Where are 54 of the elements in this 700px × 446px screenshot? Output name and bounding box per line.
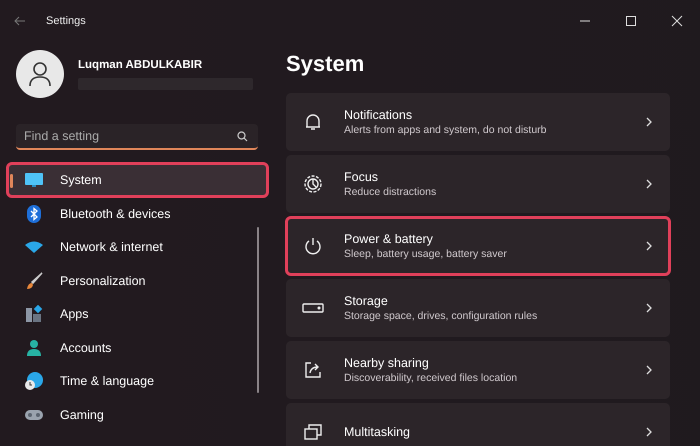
globe-clock-icon <box>24 371 44 391</box>
settings-card[interactable]: Focus Reduce distractions <box>286 155 670 213</box>
settings-card[interactable]: Nearby sharing Discoverability, received files location <box>286 341 670 399</box>
chevron-icon <box>646 427 652 437</box>
bell-icon <box>303 112 323 132</box>
drive-icon <box>302 302 324 314</box>
wifi-icon <box>24 240 44 254</box>
card-title: Notifications <box>344 108 414 122</box>
settings-card[interactable]: Power & battery Sleep, battery usage, battery saver <box>286 217 670 275</box>
person-icon <box>26 338 42 356</box>
scrollbar[interactable] <box>257 227 259 393</box>
card-title: Power & battery <box>344 232 434 246</box>
sidebar-item[interactable]: Bluetooth & devices <box>8 198 267 230</box>
page-title: System <box>286 51 366 77</box>
settings-card[interactable]: Storage Storage space, drives, configuration rules <box>286 279 670 337</box>
card-description: Discoverability, received files location <box>344 372 518 384</box>
card-description: Alerts from apps and system, do not disturb <box>344 124 548 136</box>
avatar[interactable] <box>16 50 64 98</box>
chevron-icon <box>646 303 652 313</box>
bluetooth-icon <box>27 204 41 222</box>
sidebar-item[interactable]: Time & language <box>8 365 267 397</box>
focus-icon <box>303 174 323 194</box>
user-name: Luqman ABDULKABIR <box>78 58 204 70</box>
chevron-icon <box>646 365 652 375</box>
sidebar-item[interactable]: System <box>8 164 267 196</box>
search-field[interactable]: Find a setting <box>16 124 258 150</box>
sidebar-item[interactable]: Accounts <box>8 332 267 364</box>
monitor-icon <box>24 172 44 188</box>
sidebar-item[interactable]: Network & internet <box>8 231 267 263</box>
sidebar-item[interactable]: Personalization <box>8 264 267 296</box>
selection-indicator <box>10 174 13 188</box>
window-title: Settings <box>46 15 86 27</box>
sidebar-item[interactable]: Gaming <box>8 398 267 430</box>
card-description: Storage space, drives, configuration rules <box>344 310 538 322</box>
settings-card[interactable]: Multitasking <box>286 403 670 446</box>
card-description: Reduce distractions <box>344 186 438 198</box>
sidebar-item[interactable]: Apps <box>8 298 267 330</box>
chevron-icon <box>646 179 652 189</box>
windows-stack-icon <box>303 422 323 442</box>
card-description: Sleep, battery usage, battery saver <box>344 248 508 260</box>
chevron-icon <box>646 117 652 127</box>
back-arrow-icon[interactable] <box>14 16 26 26</box>
card-title: Focus <box>344 170 380 184</box>
chevron-icon <box>646 241 652 251</box>
controller-icon <box>24 408 44 422</box>
settings-card[interactable]: Notifications Alerts from apps and system, do not disturb <box>286 93 670 151</box>
search-icon <box>237 131 248 142</box>
card-title: Storage <box>344 294 389 308</box>
share-icon <box>303 360 323 380</box>
power-icon <box>303 236 323 256</box>
paintbrush-icon <box>25 272 43 290</box>
card-title: Nearby sharing <box>344 356 430 370</box>
card-title: Multitasking <box>344 425 411 439</box>
apps-icon <box>25 305 43 323</box>
